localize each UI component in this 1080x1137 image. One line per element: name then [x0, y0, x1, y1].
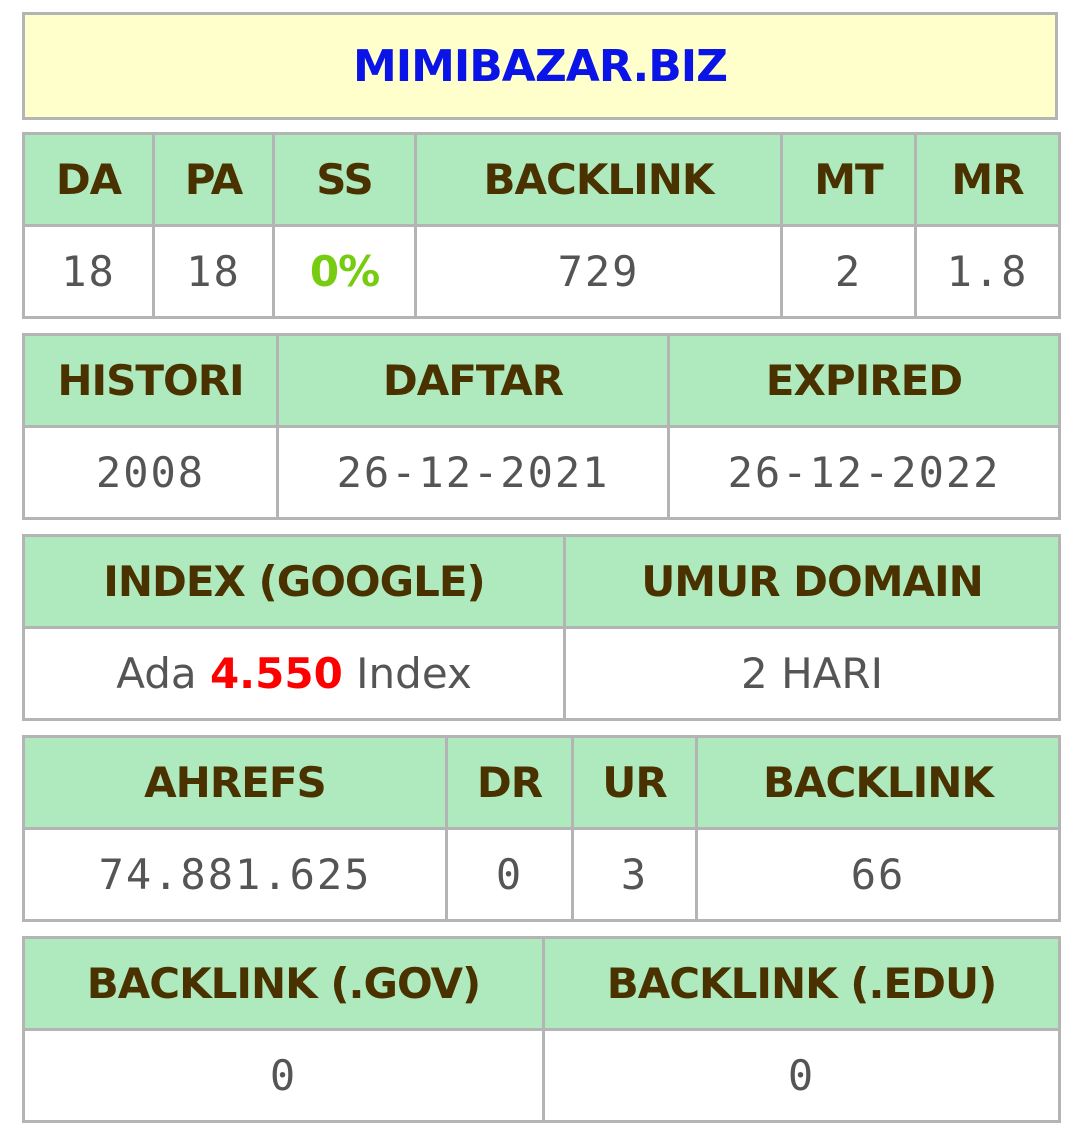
registration-header-row: HISTORI DAFTAR EXPIRED: [22, 333, 1061, 428]
value-daftar: 26-12-2021: [276, 425, 670, 520]
moz-header-row: DA PA SS BACKLINK MT MR: [22, 132, 1061, 227]
value-ss: 0%: [309, 247, 380, 296]
moz-metrics-table: DA PA SS BACKLINK MT MR 18 18 0% 729 2 1…: [22, 132, 1061, 319]
value-ur: 3: [571, 827, 698, 922]
header-pa: PA: [152, 132, 275, 227]
header-ahrefs-backlink: BACKLINK: [695, 735, 1061, 830]
header-ahrefs: AHREFS: [22, 735, 448, 830]
value-mt: 2: [780, 224, 917, 319]
value-ahrefs-backlink: 66: [695, 827, 1061, 922]
value-backlink: 729: [414, 224, 783, 319]
ahrefs-value-row: 74.881.625 0 3 66: [22, 827, 1061, 922]
special-backlinks-value-row: 0 0: [22, 1028, 1061, 1123]
value-backlink-gov: 0: [22, 1028, 545, 1123]
header-mt: MT: [780, 132, 917, 227]
index-table: INDEX (GOOGLE) UMUR DOMAIN Ada 4.550 Ind…: [22, 534, 1061, 721]
value-da: 18: [22, 224, 155, 319]
domain-title: MIMIBAZAR.BIZ: [352, 40, 728, 92]
value-ss-cell: 0%: [272, 224, 417, 319]
index-count: 4.550: [209, 649, 343, 698]
value-umur-domain: 2 HARI: [563, 626, 1061, 721]
registration-table: HISTORI DAFTAR EXPIRED 2008 26-12-2021 2…: [22, 333, 1061, 520]
index-prefix: Ada: [116, 649, 197, 698]
value-mr: 1.8: [914, 224, 1061, 319]
ahrefs-table: AHREFS DR UR BACKLINK 74.881.625 0 3 66: [22, 735, 1061, 922]
value-expired: 26-12-2022: [667, 425, 1061, 520]
value-pa: 18: [152, 224, 275, 319]
value-dr: 0: [445, 827, 574, 922]
header-expired: EXPIRED: [667, 333, 1061, 428]
value-ahrefs: 74.881.625: [22, 827, 448, 922]
header-backlink: BACKLINK: [414, 132, 783, 227]
value-backlink-edu: 0: [542, 1028, 1061, 1123]
header-dr: DR: [445, 735, 574, 830]
registration-value-row: 2008 26-12-2021 26-12-2022: [22, 425, 1061, 520]
header-index-google: INDEX (GOOGLE): [22, 534, 566, 629]
header-umur-domain: UMUR DOMAIN: [563, 534, 1061, 629]
header-daftar: DAFTAR: [276, 333, 670, 428]
header-da: DA: [22, 132, 155, 227]
domain-title-box: MIMIBAZAR.BIZ: [22, 12, 1058, 120]
special-backlinks-header-row: BACKLINK (.GOV) BACKLINK (.EDU): [22, 936, 1061, 1031]
index-value-row: Ada 4.550 Index 2 HARI: [22, 626, 1061, 721]
value-histori: 2008: [22, 425, 279, 520]
special-backlinks-table: BACKLINK (.GOV) BACKLINK (.EDU) 0 0: [22, 936, 1061, 1123]
header-mr: MR: [914, 132, 1061, 227]
index-header-row: INDEX (GOOGLE) UMUR DOMAIN: [22, 534, 1061, 629]
header-backlink-gov: BACKLINK (.GOV): [22, 936, 545, 1031]
header-ur: UR: [571, 735, 698, 830]
header-ss: SS: [272, 132, 417, 227]
moz-value-row: 18 18 0% 729 2 1.8: [22, 224, 1061, 319]
value-index-google: Ada 4.550 Index: [22, 626, 566, 721]
index-suffix: Index: [356, 649, 472, 698]
ahrefs-header-row: AHREFS DR UR BACKLINK: [22, 735, 1061, 830]
header-histori: HISTORI: [22, 333, 279, 428]
header-backlink-edu: BACKLINK (.EDU): [542, 936, 1061, 1031]
